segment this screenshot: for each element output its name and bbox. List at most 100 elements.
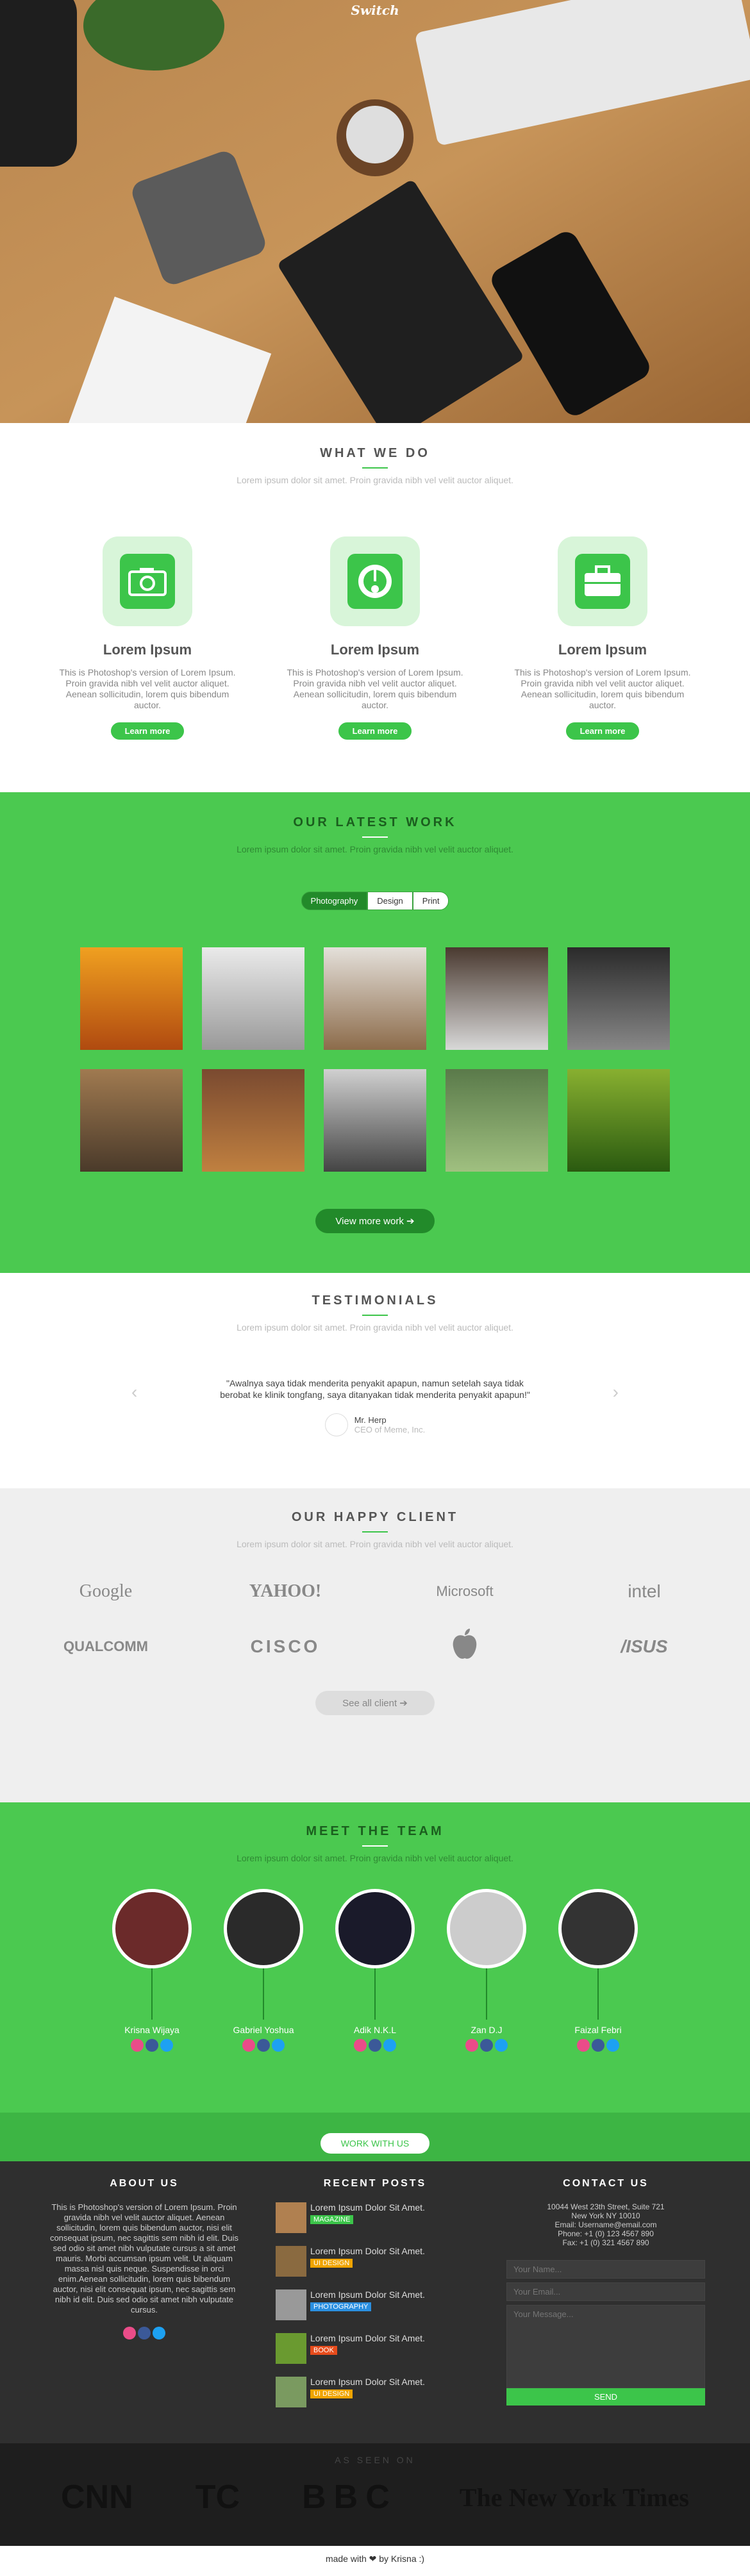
gallery-thumbnail[interactable]: [446, 947, 548, 1050]
post-tag: PHOTOGRAPHY: [310, 2302, 372, 2311]
contact-form: SEND: [506, 2260, 705, 2406]
avatar: [324, 1413, 348, 1436]
team-member: Zan D.J: [447, 1889, 526, 2052]
press-logo-tc: TC: [195, 2479, 240, 2516]
client-logos: Google YAHOO! Microsoft intel QUALCOMM C…: [42, 1581, 708, 1665]
dribbble-icon[interactable]: [242, 2039, 255, 2052]
post-title: Lorem Ipsum Dolor Sit Amet.: [310, 2289, 425, 2300]
section-subtitle: Lorem ipsum dolor sit amet. Proin gravid…: [237, 475, 513, 485]
as-seen-on-label: AS SEEN ON: [335, 2455, 415, 2465]
service-text: This is Photoshop's version of Lorem Ips…: [287, 667, 463, 710]
service-title: Lorem Ipsum: [558, 642, 647, 658]
twitter-icon[interactable]: [160, 2039, 173, 2052]
service-text: This is Photoshop's version of Lorem Ips…: [514, 667, 691, 710]
facebook-icon[interactable]: [369, 2039, 381, 2052]
connector-line: [263, 1968, 264, 2020]
as-seen-on-section: AS SEEN ON CNN TC BBC The New York Times: [0, 2443, 750, 2546]
post-item[interactable]: Lorem Ipsum Dolor Sit Amet. BOOK: [276, 2333, 474, 2364]
gallery-thumbnail[interactable]: [567, 1069, 670, 1172]
dribbble-icon[interactable]: [354, 2039, 367, 2052]
member-name: Adik N.K.L: [353, 2025, 397, 2035]
dribbble-icon[interactable]: [465, 2039, 478, 2052]
name-field[interactable]: [506, 2260, 705, 2279]
connector-line: [597, 1968, 599, 2020]
gallery-thumbnail[interactable]: [567, 947, 670, 1050]
work-with-us-button[interactable]: WORK WITH US: [321, 2133, 429, 2154]
section-title: TESTIMONIALS: [312, 1293, 438, 1308]
learn-more-button[interactable]: Learn more: [110, 722, 185, 740]
team-member: Faizal Febri: [558, 1889, 638, 2052]
message-field[interactable]: [506, 2305, 705, 2388]
learn-more-button[interactable]: Learn more: [338, 722, 412, 740]
twitter-icon[interactable]: [272, 2039, 285, 2052]
client-logo-google: Google: [79, 1581, 133, 1601]
made-with-love: made with ❤ by Krisna :): [0, 2546, 750, 2570]
facebook-icon[interactable]: [257, 2039, 270, 2052]
post-item[interactable]: Lorem Ipsum Dolor Sit Amet. MAGAZINE: [276, 2202, 474, 2233]
desk-illustration: [0, 0, 750, 423]
gallery-thumbnail[interactable]: [80, 1069, 183, 1172]
tab-design[interactable]: Design: [367, 892, 413, 910]
post-title: Lorem Ipsum Dolor Sit Amet.: [310, 2377, 425, 2387]
see-all-client-button[interactable]: See all client ➔: [315, 1691, 435, 1715]
section-title: OUR LATEST WORK: [293, 815, 457, 829]
gallery-thumbnail[interactable]: [446, 1069, 548, 1172]
client-logo-asus: /ISUS: [621, 1636, 668, 1656]
connector-line: [486, 1968, 487, 2020]
brand-logo[interactable]: Switch: [0, 3, 750, 18]
gallery-thumbnail[interactable]: [80, 947, 183, 1050]
twitter-icon[interactable]: [383, 2039, 396, 2052]
post-tag: BOOK: [310, 2346, 337, 2355]
post-item[interactable]: Lorem Ipsum Dolor Sit Amet. UI DESIGN: [276, 2377, 474, 2407]
team-members: Krisna Wijaya Gabriel Yoshua Adik N.K.L …: [0, 1889, 750, 2052]
avatar: [558, 1889, 638, 1968]
social-links: [558, 2039, 638, 2052]
post-title: Lorem Ipsum Dolor Sit Amet.: [310, 2202, 425, 2213]
post-thumbnail: [276, 2377, 306, 2407]
member-name: Krisna Wijaya: [124, 2025, 179, 2035]
section-title: WHAT WE DO: [320, 446, 430, 460]
chevron-right-icon[interactable]: ›: [613, 1382, 619, 1402]
section-subtitle: Lorem ipsum dolor sit amet. Proin gravid…: [237, 844, 513, 854]
dribbble-icon[interactable]: [577, 2039, 590, 2052]
about-text: This is Photoshop's version of Lorem Ips…: [49, 2202, 239, 2314]
recent-posts-title: RECENT POSTS: [323, 2178, 427, 2189]
client-logo-intel: intel: [628, 1581, 661, 1601]
gallery-thumbnail[interactable]: [202, 947, 304, 1050]
tab-print[interactable]: Print: [412, 892, 449, 910]
send-button[interactable]: SEND: [506, 2388, 705, 2406]
post-title: Lorem Ipsum Dolor Sit Amet.: [310, 2333, 425, 2343]
clients-section: OUR HAPPY CLIENT Lorem ipsum dolor sit a…: [0, 1488, 750, 1802]
service-card: Lorem Ipsum This is Photoshop's version …: [282, 536, 468, 740]
avatar: [112, 1889, 192, 1968]
client-logo-yahoo: YAHOO!: [249, 1581, 322, 1601]
chevron-left-icon[interactable]: ‹: [131, 1382, 137, 1402]
testimonial-author: Mr. Herp CEO of Meme, Inc.: [0, 1413, 750, 1436]
post-title: Lorem Ipsum Dolor Sit Amet.: [310, 2246, 425, 2256]
email-field[interactable]: [506, 2282, 705, 2301]
tab-photography[interactable]: Photography: [301, 892, 368, 910]
learn-more-button[interactable]: Learn more: [565, 722, 640, 740]
dribbble-icon[interactable]: [131, 2039, 144, 2052]
facebook-icon[interactable]: [592, 2039, 604, 2052]
avatar: [335, 1889, 415, 1968]
view-more-work-button[interactable]: View more work ➔: [315, 1209, 435, 1233]
facebook-icon[interactable]: [480, 2039, 493, 2052]
facebook-icon[interactable]: [146, 2039, 158, 2052]
press-logo-bbc: BBC: [302, 2479, 397, 2516]
about-title: ABOUT US: [110, 2178, 179, 2189]
gallery-thumbnail[interactable]: [324, 1069, 426, 1172]
twitter-icon[interactable]: [153, 2327, 165, 2339]
gallery-thumbnail[interactable]: [324, 947, 426, 1050]
apple-icon: [451, 1627, 479, 1665]
post-item[interactable]: Lorem Ipsum Dolor Sit Amet. UI DESIGN: [276, 2246, 474, 2277]
team-section: MEET THE TEAM Lorem ipsum dolor sit amet…: [0, 1802, 750, 2174]
author-name: Mr. Herp: [354, 1415, 387, 1425]
post-item[interactable]: Lorem Ipsum Dolor Sit Amet. PHOTOGRAPHY: [276, 2289, 474, 2320]
twitter-icon[interactable]: [606, 2039, 619, 2052]
footer-section: ABOUT US This is Photoshop's version of …: [0, 2161, 750, 2443]
twitter-icon[interactable]: [495, 2039, 508, 2052]
facebook-icon[interactable]: [138, 2327, 151, 2339]
dribbble-icon[interactable]: [123, 2327, 136, 2339]
gallery-thumbnail[interactable]: [202, 1069, 304, 1172]
